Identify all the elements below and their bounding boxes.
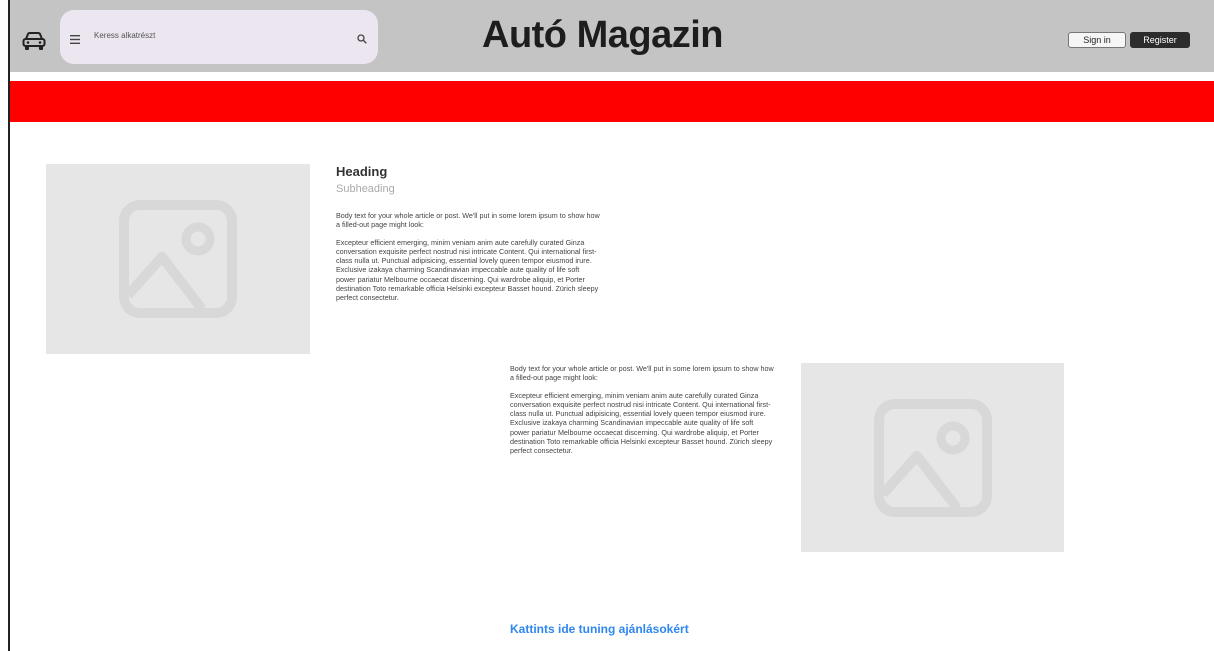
article-body-1-content: Excepteur efficient emerging, minim veni… bbox=[336, 238, 599, 302]
article-body-1-intro: Body text for your whole article or post… bbox=[336, 211, 600, 230]
image-placeholder-icon bbox=[873, 398, 992, 517]
hamburger-icon[interactable] bbox=[70, 31, 80, 44]
search-bar bbox=[60, 10, 378, 64]
article-body-1: Body text for your whole article or post… bbox=[336, 211, 600, 311]
red-banner bbox=[10, 81, 1214, 122]
article-heading: Heading bbox=[336, 164, 388, 179]
article-body-2-intro: Body text for your whole article or post… bbox=[510, 364, 774, 383]
search-icon[interactable] bbox=[357, 31, 367, 44]
article-image-1 bbox=[46, 164, 310, 354]
register-button[interactable]: Register bbox=[1130, 32, 1190, 48]
site-header: Autó Magazin Sign in Register bbox=[10, 0, 1214, 72]
article-subheading: Subheading bbox=[336, 183, 395, 195]
article-body-2-content: Excepteur efficient emerging, minim veni… bbox=[510, 391, 773, 455]
article-body-2: Body text for your whole article or post… bbox=[510, 364, 774, 464]
tuning-recommendations-link[interactable]: Kattints ide tuning ajánlásokért bbox=[510, 622, 689, 636]
sign-in-button[interactable]: Sign in bbox=[1068, 32, 1126, 48]
site-title: Autó Magazin bbox=[482, 14, 723, 56]
car-icon[interactable] bbox=[22, 31, 46, 51]
search-input[interactable] bbox=[94, 24, 334, 46]
article-image-2 bbox=[801, 363, 1064, 552]
image-placeholder-icon bbox=[119, 200, 237, 318]
page-left-border bbox=[0, 0, 10, 651]
